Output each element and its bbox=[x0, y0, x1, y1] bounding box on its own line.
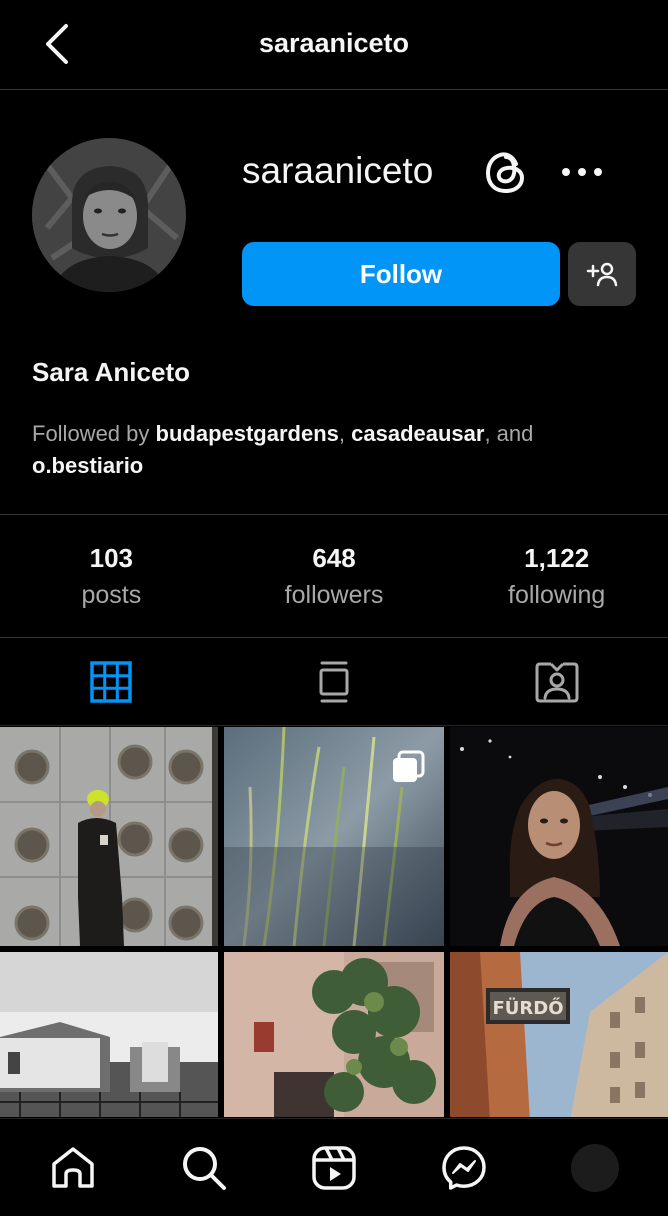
stat-value: 103 bbox=[89, 543, 134, 573]
nav-reels[interactable] bbox=[302, 1136, 366, 1200]
grid-post[interactable] bbox=[224, 727, 444, 946]
grid-post[interactable] bbox=[0, 727, 218, 946]
reels-icon bbox=[312, 1145, 356, 1190]
grid-post[interactable] bbox=[0, 952, 218, 1117]
tab-posts-grid[interactable] bbox=[0, 638, 223, 725]
home-icon bbox=[52, 1146, 94, 1188]
multiple-posts-icon bbox=[393, 750, 425, 782]
follow-button[interactable]: Follow bbox=[242, 242, 560, 306]
bottom-navigation bbox=[0, 1118, 668, 1216]
profile-stats: 103 posts 648 followers 1,122 following bbox=[0, 514, 668, 638]
header-title: saraaniceto bbox=[258, 28, 410, 58]
tab-tagged[interactable] bbox=[445, 638, 668, 725]
stat-value: 648 bbox=[312, 543, 356, 573]
mutual-follower-link[interactable]: o.bestiario bbox=[32, 453, 143, 478]
posts-grid: FÜRDŐ bbox=[0, 727, 668, 1117]
feed-icon bbox=[319, 661, 349, 702]
stat-followers[interactable]: 648 followers bbox=[223, 515, 446, 637]
post-thumbnail bbox=[0, 727, 218, 946]
post-thumbnail bbox=[450, 727, 668, 946]
more-options-button[interactable] bbox=[556, 152, 608, 192]
messenger-icon bbox=[442, 1145, 487, 1190]
mutual-follower-link[interactable]: budapestgardens bbox=[156, 421, 339, 446]
post-thumbnail bbox=[224, 952, 444, 1117]
threads-button[interactable] bbox=[480, 146, 532, 198]
avatar-photo bbox=[32, 138, 186, 292]
threads-icon bbox=[485, 152, 525, 194]
more-icon bbox=[562, 168, 602, 176]
grid-post[interactable]: FÜRDŐ bbox=[450, 952, 668, 1117]
grid-post[interactable] bbox=[224, 952, 444, 1117]
nav-home[interactable] bbox=[41, 1136, 105, 1200]
followed-by-text[interactable]: Followed by budapestgardens, casadeausar… bbox=[32, 418, 632, 482]
stat-value: 1,122 bbox=[524, 543, 590, 573]
nav-search[interactable] bbox=[172, 1136, 236, 1200]
svg-text:FÜRDŐ: FÜRDŐ bbox=[492, 997, 563, 1019]
profile-full-name: Sara Aniceto bbox=[32, 357, 190, 387]
profile-tabs bbox=[0, 638, 668, 726]
stat-following[interactable]: 1,122 following bbox=[445, 515, 668, 637]
nav-messenger[interactable] bbox=[432, 1136, 496, 1200]
grid-post[interactable] bbox=[450, 727, 668, 946]
stat-label: following bbox=[508, 581, 606, 609]
post-thumbnail: FÜRDŐ bbox=[450, 952, 668, 1117]
followed-by-separator: , bbox=[338, 421, 352, 446]
profile-avatar-small bbox=[570, 1143, 619, 1192]
nav-profile[interactable] bbox=[563, 1136, 627, 1200]
top-bar: saraaniceto bbox=[0, 0, 668, 90]
search-icon bbox=[182, 1146, 226, 1190]
mutual-follower-link[interactable]: casadeausar bbox=[351, 421, 484, 446]
tab-feed[interactable] bbox=[223, 638, 446, 725]
post-thumbnail bbox=[0, 952, 218, 1117]
followed-by-prefix: Followed by bbox=[32, 421, 156, 446]
followed-by-separator: , and bbox=[484, 421, 534, 446]
add-user-icon bbox=[586, 262, 618, 287]
stat-label: followers bbox=[284, 581, 384, 609]
tagged-icon bbox=[535, 662, 579, 702]
stat-label: posts bbox=[81, 581, 142, 609]
suggested-users-button[interactable] bbox=[568, 242, 636, 306]
stat-posts[interactable]: 103 posts bbox=[0, 515, 223, 637]
profile-username: saraaniceto bbox=[242, 150, 434, 191]
grid-icon bbox=[90, 660, 133, 703]
profile-avatar[interactable] bbox=[32, 138, 186, 292]
